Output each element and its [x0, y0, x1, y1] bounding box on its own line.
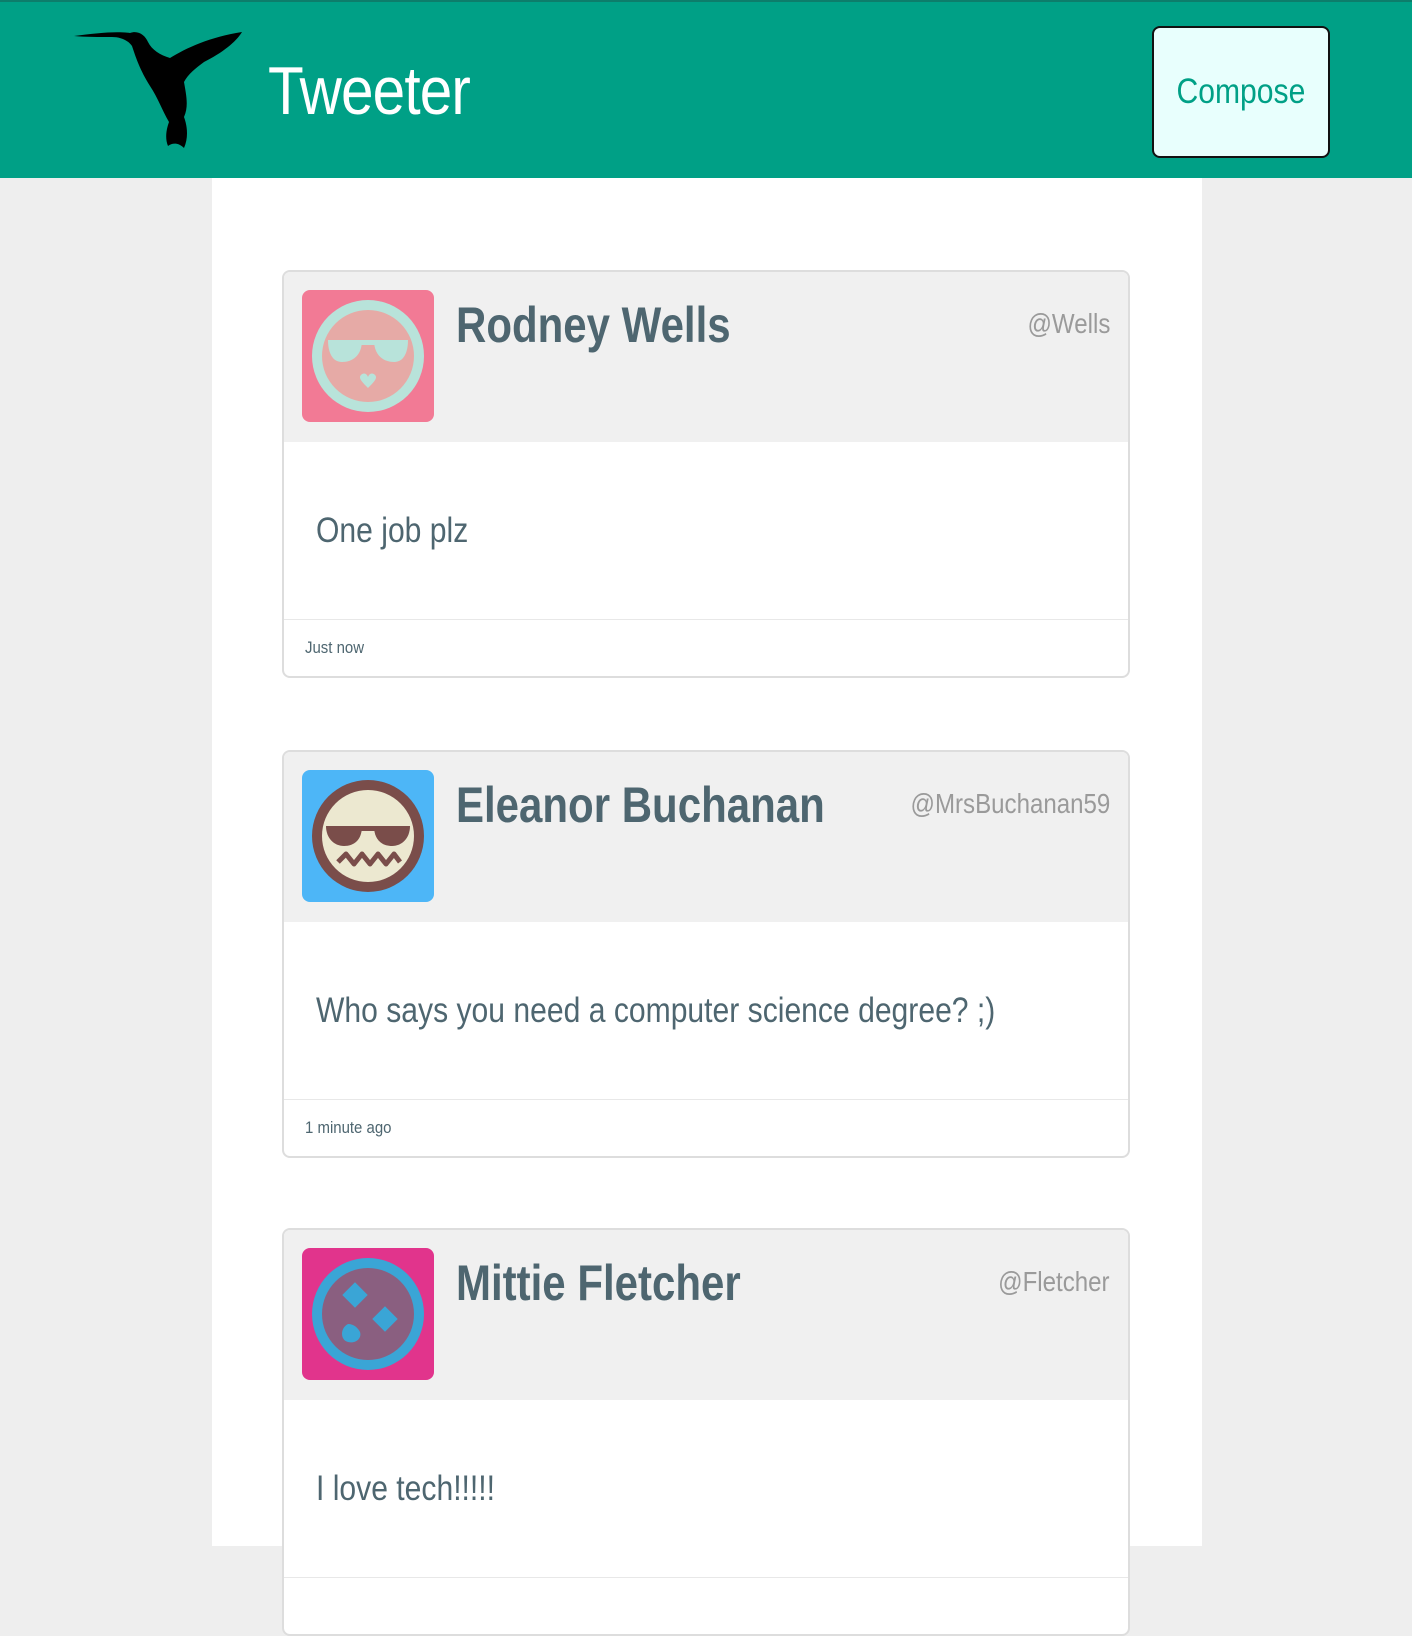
- tweet-card: Eleanor Buchanan @MrsBuchanan59 Who says…: [282, 750, 1130, 1158]
- tweet-text: I love tech!!!!!: [316, 1468, 496, 1508]
- tweet-timestamp: 1 minute ago: [305, 1118, 392, 1137]
- diamond-eyes-face-icon: [302, 1248, 434, 1380]
- tweet-body: Who says you need a computer science deg…: [284, 922, 1128, 1100]
- hummingbird-icon[interactable]: [72, 24, 247, 150]
- avatar[interactable]: [302, 1248, 434, 1380]
- tweet-footer: Just now: [284, 620, 1128, 676]
- tweet-card: Rodney Wells @Wells One job plz Just now: [282, 270, 1130, 678]
- tweet-footer: [284, 1578, 1128, 1634]
- avatar[interactable]: [302, 770, 434, 902]
- tweet-body: One job plz: [284, 442, 1128, 620]
- tweet-card: Mittie Fletcher @Fletcher I love tech!!!…: [282, 1228, 1130, 1636]
- tweet-author-name: Eleanor Buchanan: [456, 777, 825, 833]
- tweet-body: I love tech!!!!!: [284, 1400, 1128, 1578]
- tweet-header: Rodney Wells @Wells: [284, 272, 1128, 442]
- tweet-author-handle: @Fletcher: [998, 1266, 1110, 1297]
- tweet-header: Eleanor Buchanan @MrsBuchanan59: [284, 752, 1128, 922]
- tweet-author-handle: @Wells: [1027, 308, 1110, 339]
- tweet-author-handle: @MrsBuchanan59: [910, 788, 1110, 819]
- cool-grimace-face-icon: [302, 770, 434, 902]
- tweet-timestamp: Just now: [305, 638, 365, 657]
- compose-button-label: Compose: [1176, 72, 1306, 111]
- tweet-author-name: Mittie Fletcher: [456, 1255, 741, 1311]
- sunglasses-face-icon: [302, 290, 434, 422]
- compose-button[interactable]: Compose: [1152, 26, 1330, 158]
- tweet-footer: 1 minute ago: [284, 1100, 1128, 1156]
- tweet-author-name: Rodney Wells: [456, 297, 731, 353]
- top-navbar: Tweeter Compose: [0, 0, 1412, 178]
- tweet-text: One job plz: [316, 510, 469, 550]
- brand-title: Tweeter: [268, 53, 471, 129]
- tweet-feed: Rodney Wells @Wells One job plz Just now: [212, 178, 1202, 1636]
- avatar[interactable]: [302, 290, 434, 422]
- tweet-header: Mittie Fletcher @Fletcher: [284, 1230, 1128, 1400]
- tweet-text: Who says you need a computer science deg…: [316, 990, 996, 1030]
